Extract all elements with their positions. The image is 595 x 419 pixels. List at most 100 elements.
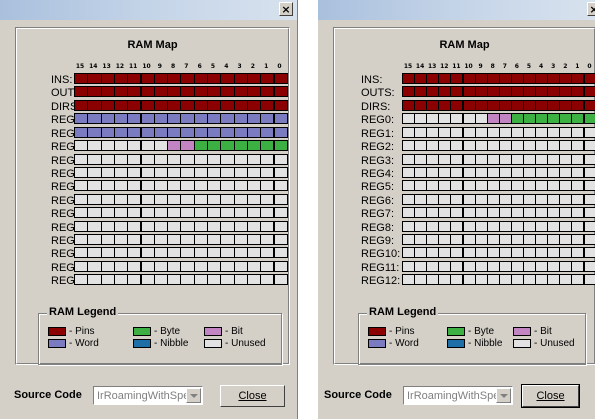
ram-cell-unused — [180, 220, 195, 232]
ram-cell-word — [167, 126, 182, 138]
ram-cell-unused — [140, 166, 155, 178]
ram-cell-pins — [220, 99, 235, 111]
ram-cell-word — [167, 113, 182, 125]
ram-cell-unused — [207, 166, 222, 178]
ram-cell-unused — [100, 153, 115, 165]
ram-cell-unused — [140, 220, 155, 232]
ram-cell-unused — [273, 180, 288, 192]
ram-map-panel: RAM Map 15 14 13 12 11 10 9 8 7 6 5 4 3 2 1 0 INS: OUTS:… — [333, 27, 595, 365]
close-icon[interactable]: × — [587, 2, 595, 16]
legend-label: - Byte — [468, 326, 495, 337]
ram-cell-unused — [153, 153, 169, 165]
ram-cell-unused — [87, 180, 102, 192]
ram-cell-pins — [87, 86, 102, 98]
register-label: REG7: — [361, 208, 395, 221]
source-code-dropdown[interactable]: IrRoamingWithSpe — [93, 386, 203, 405]
ram-cell-byte — [246, 140, 262, 152]
ram-cell-unused — [207, 180, 222, 192]
ram-cell-unused — [127, 234, 142, 246]
legend-label: - Nibble — [468, 338, 503, 349]
ram-cell-unused — [113, 247, 129, 259]
ram-cell-unused — [74, 260, 89, 272]
ram-cell-unused — [220, 260, 235, 272]
register-label: REG0: — [361, 114, 395, 127]
ram-cell-pins — [113, 73, 129, 84]
ram-cell-pins — [113, 86, 129, 98]
ram-cell-unused — [273, 274, 288, 286]
ram-cell-pins — [167, 73, 182, 84]
ram-cell-unused — [100, 247, 115, 259]
ram-cell-unused — [207, 260, 222, 272]
ram-cell-unused — [100, 234, 115, 246]
ram-cell-pins — [260, 73, 275, 84]
ram-cell-unused — [140, 247, 155, 259]
ram-cell-unused — [260, 260, 275, 272]
ram-cell-unused — [153, 247, 169, 259]
legend-swatch — [204, 327, 222, 336]
ram-cell-unused — [153, 234, 169, 246]
ram-cell-unused — [100, 193, 115, 205]
ram-cell-unused — [246, 166, 262, 178]
ram-cell-unused — [246, 274, 262, 286]
ram-cell-unused — [140, 153, 155, 165]
ram-cell-word — [220, 113, 235, 125]
ram-cell-pins — [140, 73, 155, 84]
legend-swatch — [368, 327, 386, 336]
legend-label: - Byte — [154, 326, 181, 337]
ram-cell-word — [100, 126, 115, 138]
ram-cell-pins — [87, 73, 102, 84]
bit-number: 0 — [587, 63, 592, 70]
ram-cell-unused — [233, 220, 248, 232]
ram-cell-unused — [233, 207, 248, 219]
ram-cell-pins — [100, 73, 115, 84]
ram-legend: RAM Legend - Pins - Byte - Bit - Word - Nibb… — [358, 306, 586, 365]
legend-swatch — [513, 339, 531, 348]
ram-cell-unused — [87, 207, 102, 219]
ram-cell-unused — [100, 166, 115, 178]
ram-cell-unused — [220, 247, 235, 259]
close-icon[interactable]: × — [279, 2, 293, 16]
source-code-label: Source Code — [324, 389, 392, 401]
ram-cell-unused — [74, 193, 89, 205]
ram-cell-unused — [167, 166, 182, 178]
ram-cell-unused — [87, 193, 102, 205]
ram-cell-unused — [127, 274, 142, 286]
ram-map-panel: RAM Map 15 14 13 12 11 10 9 8 7 6 5 4 3 2 1 0 INS: OUTS:… — [15, 27, 290, 365]
ram-cell-pins — [233, 99, 248, 111]
ram-cell-byte — [583, 113, 595, 125]
ram-cell-pins — [113, 99, 129, 111]
ram-cell-unused — [100, 220, 115, 232]
ram-cell-unused — [87, 153, 102, 165]
ram-cell-pins — [180, 86, 195, 98]
ram-cell-unused — [180, 247, 195, 259]
ram-cell-unused — [233, 193, 248, 205]
ram-cell-word — [193, 126, 208, 138]
ram-cell-unused — [260, 274, 275, 286]
source-code-dropdown[interactable]: IrRoamingWithSpe — [403, 386, 513, 405]
ram-cell-unused — [193, 166, 208, 178]
ram-cell-unused — [233, 260, 248, 272]
chevron-down-icon[interactable] — [496, 388, 511, 403]
ram-cell-unused — [74, 274, 89, 286]
ram-cell-unused — [246, 193, 262, 205]
chevron-down-icon[interactable] — [186, 388, 201, 403]
ram-cell-unused — [153, 207, 169, 219]
ram-cell-pins — [153, 73, 169, 84]
ram-cell-unused — [233, 234, 248, 246]
ram-cell-unused — [233, 153, 248, 165]
ram-cell-word — [113, 113, 129, 125]
ram-cell-unused — [246, 220, 262, 232]
ram-cell-unused — [74, 140, 89, 152]
ram-cell-unused — [583, 220, 595, 232]
ram-cell-unused — [100, 180, 115, 192]
ram-cell-word — [140, 113, 155, 125]
close-button[interactable]: Close — [521, 384, 580, 408]
ram-cell-unused — [113, 166, 129, 178]
close-button[interactable]: Close — [220, 385, 285, 407]
ram-cell-pins — [180, 73, 195, 84]
ram-cell-pins — [87, 99, 102, 111]
ram-cell-unused — [207, 247, 222, 259]
legend-label: - Pins — [389, 326, 415, 337]
bit-number: 0 — [277, 63, 282, 70]
ram-cell-unused — [273, 166, 288, 178]
